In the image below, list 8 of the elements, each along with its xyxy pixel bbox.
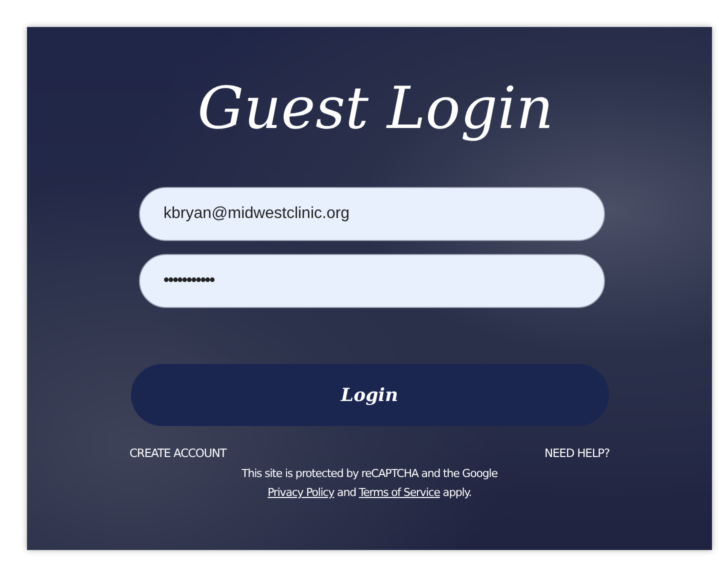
create-account-link[interactable]: CREATE ACCOUNT (130, 446, 226, 460)
login-button[interactable]: Login (130, 364, 608, 426)
email-field[interactable]: kbryan@midwestclinic.org (138, 187, 604, 241)
terms-of-service-link[interactable]: Terms of Service (358, 486, 440, 499)
recaptcha-notice: This site is protected by reCAPTCHA and the Google Privacy Policy and Terms of Service apply. (242, 466, 498, 501)
privacy-policy-link[interactable]: Privacy Policy (268, 486, 334, 499)
password-field[interactable]: ••••••••••• (138, 254, 604, 308)
need-help-link[interactable]: NEED HELP? (544, 446, 610, 460)
